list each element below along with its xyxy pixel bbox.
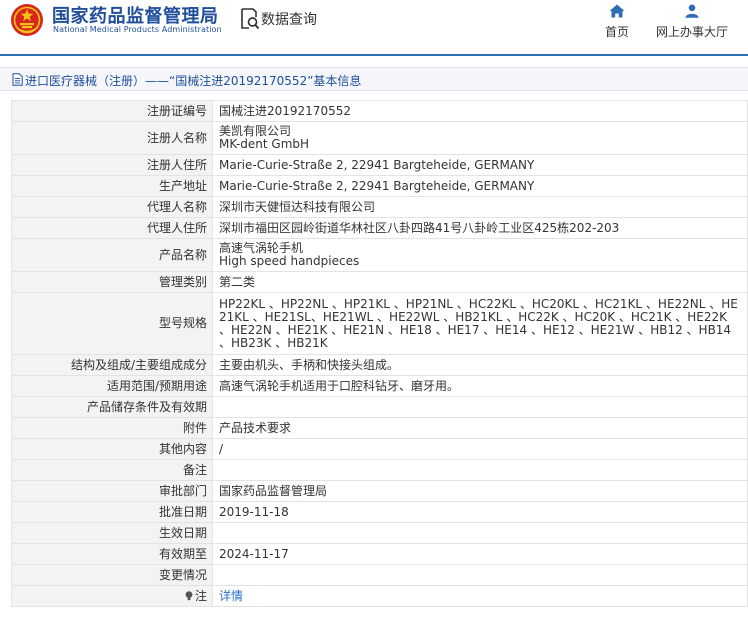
structure-composition-value: 主要由机头、手柄和快接头组成。 <box>212 354 748 376</box>
search-document-icon[interactable] <box>240 8 260 30</box>
table-row: 型号规格 HP22KL 、HP22NL 、HP21KL 、HP21NL 、HC2… <box>11 292 748 355</box>
row-label: 代理人名称 <box>11 196 213 218</box>
table-row: 备注 <box>11 459 748 481</box>
table-row: 批准日期 2019-11-18 <box>11 501 748 523</box>
table-row: 注册人名称 美凯有限公司 MK-dent GmbH <box>11 121 748 155</box>
nav-home[interactable]: 首页 <box>603 4 631 40</box>
details-link[interactable]: 详情 <box>219 589 243 603</box>
bulb-icon <box>185 590 193 600</box>
row-label: 适用范围/预期用途 <box>11 375 213 397</box>
row-label: 注册人名称 <box>11 121 213 155</box>
nav-online-label: 网上办事大厅 <box>655 25 728 39</box>
table-row: 附件 产品技术要求 <box>11 417 748 439</box>
table-row: 其他内容 / <box>11 438 748 460</box>
registration-number-value: 国械注进20192170552 <box>212 100 748 122</box>
agent-address-value: 深圳市福田区园岭街道华林社区八卦四路41号八卦岭工业区425栋202-203 <box>212 217 748 239</box>
data-query-link[interactable]: 数据查询 <box>261 9 317 29</box>
note-value: 详情 <box>212 585 748 607</box>
site-header: 国家药品监督管理局 National Medical Products Admi… <box>0 0 748 56</box>
storage-conditions-value <box>212 396 748 418</box>
row-label: 有效期至 <box>11 543 213 565</box>
nav-online-service-hall[interactable]: 网上办事大厅 <box>654 4 730 40</box>
change-history-value <box>212 564 748 586</box>
table-row: 生产地址 Marie-Curie-Straße 2, 22941 Bargteh… <box>11 175 748 197</box>
row-label: 注册证编号 <box>11 100 213 122</box>
table-row: 产品名称 高速气涡轮手机 High speed handpieces <box>11 238 748 272</box>
row-label: 产品储存条件及有效期 <box>11 396 213 418</box>
table-row: 生效日期 <box>11 522 748 544</box>
approval-department-value: 国家药品监督管理局 <box>212 480 748 502</box>
table-row: 变更情况 <box>11 564 748 586</box>
intended-use-value: 高速气涡轮手机适用于口腔科钻牙、磨牙用。 <box>212 375 748 397</box>
agent-name-value: 深圳市天健恒达科技有限公司 <box>212 196 748 218</box>
header-divider <box>0 54 748 56</box>
table-row: 产品储存条件及有效期 <box>11 396 748 418</box>
row-label: 附件 <box>11 417 213 439</box>
table-row: 适用范围/预期用途 高速气涡轮手机适用于口腔科钻牙、磨牙用。 <box>11 375 748 397</box>
production-address-value: Marie-Curie-Straße 2, 22941 Bargteheide,… <box>212 175 748 197</box>
product-name-value: 高速气涡轮手机 High speed handpieces <box>212 238 748 272</box>
page-title: 进口医疗器械（注册）——“国械注进20192170552”基本信息 <box>25 74 362 88</box>
row-label: 批准日期 <box>11 501 213 523</box>
attachment-value: 产品技术要求 <box>212 417 748 439</box>
row-label: 产品名称 <box>11 238 213 272</box>
row-label: 结构及组成/主要组成成分 <box>11 354 213 376</box>
table-row: 管理类别 第二类 <box>11 271 748 293</box>
table-row: 注 详情 <box>11 585 748 607</box>
table-row: 结构及组成/主要组成成分 主要由机头、手柄和快接头组成。 <box>11 354 748 376</box>
table-row: 注册证编号 国械注进20192170552 <box>11 100 748 122</box>
nav-home-label: 首页 <box>604 25 629 39</box>
person-icon <box>685 4 699 18</box>
row-label: 其他内容 <box>11 438 213 460</box>
registration-info-table: 注册证编号 国械注进20192170552 注册人名称 美凯有限公司 MK-de… <box>11 100 748 607</box>
page-title-bar: 进口医疗器械（注册）——“国械注进20192170552”基本信息 <box>0 67 748 91</box>
document-icon <box>12 73 23 86</box>
row-label: 变更情况 <box>11 564 213 586</box>
product-name-en: High speed handpieces <box>219 254 360 268</box>
national-emblem-icon <box>11 4 43 36</box>
table-row: 审批部门 国家药品监督管理局 <box>11 480 748 502</box>
approval-date-value: 2019-11-18 <box>212 501 748 523</box>
other-content-value: / <box>212 438 748 460</box>
registrant-name-value: 美凯有限公司 MK-dent GmbH <box>212 121 748 155</box>
row-label: 型号规格 <box>11 292 213 355</box>
row-label: 注册人住所 <box>11 154 213 176</box>
row-label: 代理人住所 <box>11 217 213 239</box>
row-label: 管理类别 <box>11 271 213 293</box>
management-class-value: 第二类 <box>212 271 748 293</box>
row-label: 生产地址 <box>11 175 213 197</box>
row-label: 备注 <box>11 459 213 481</box>
note-label: 注 <box>194 588 207 603</box>
table-row: 注册人住所 Marie-Curie-Straße 2, 22941 Bargte… <box>11 154 748 176</box>
row-label: 生效日期 <box>11 522 213 544</box>
model-spec-value: HP22KL 、HP22NL 、HP21KL 、HP21NL 、HC22KL 、… <box>212 292 748 355</box>
row-label: 审批部门 <box>11 480 213 502</box>
effective-date-value <box>212 522 748 544</box>
note-label-cell: 注 <box>11 585 213 607</box>
remarks-value <box>212 459 748 481</box>
home-icon <box>609 4 625 18</box>
table-row: 有效期至 2024-11-17 <box>11 543 748 565</box>
table-row: 代理人住所 深圳市福田区园岭街道华林社区八卦四路41号八卦岭工业区425栋202… <box>11 217 748 239</box>
expiry-date-value: 2024-11-17 <box>212 543 748 565</box>
registrant-address-value: Marie-Curie-Straße 2, 22941 Bargteheide,… <box>212 154 748 176</box>
org-name-en: National Medical Products Administration <box>53 25 222 34</box>
registrant-name-en: MK-dent GmbH <box>219 137 310 151</box>
table-row: 代理人名称 深圳市天健恒达科技有限公司 <box>11 196 748 218</box>
